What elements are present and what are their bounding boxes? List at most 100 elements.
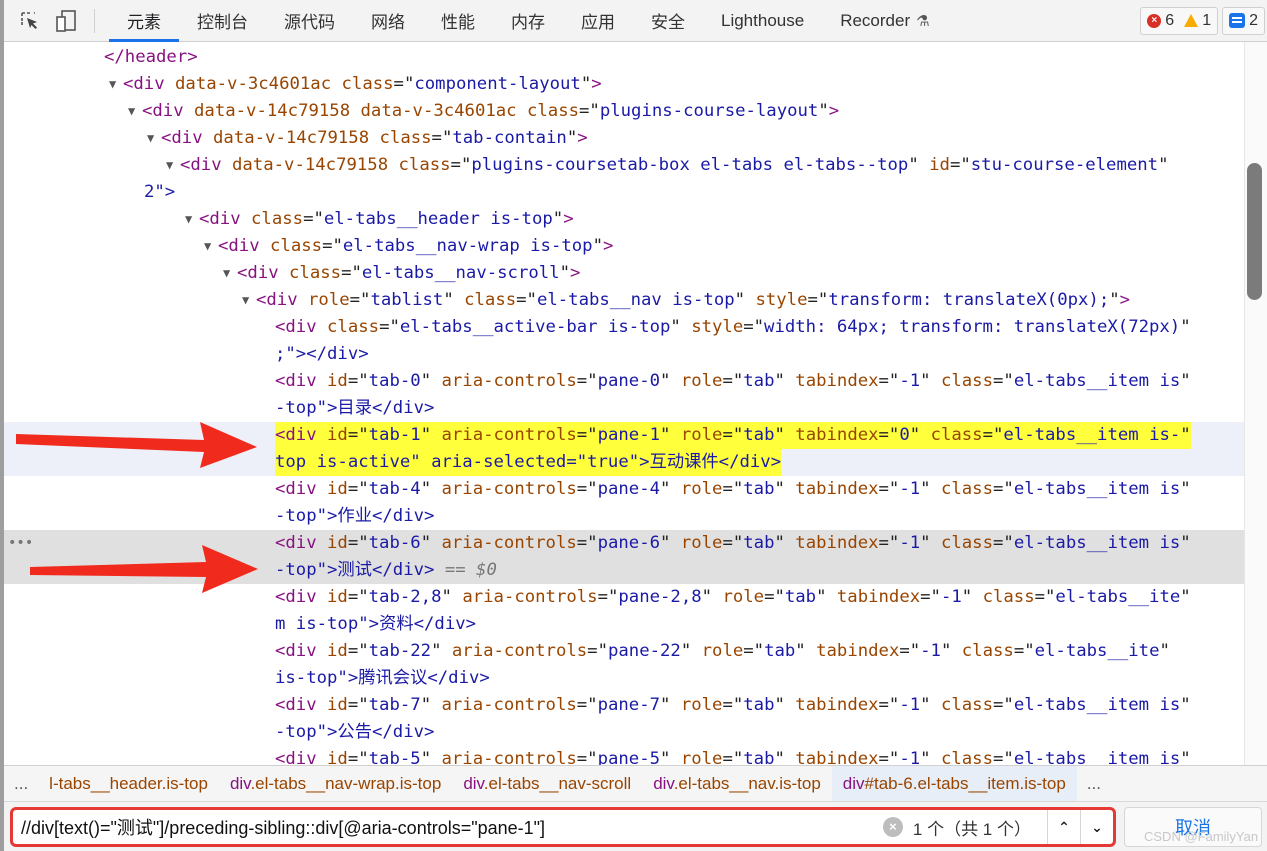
tab-0[interactable]: 元素 [109, 0, 179, 42]
expand-caret-icon[interactable]: ▼ [185, 206, 199, 233]
attr-eq: =" [516, 290, 537, 310]
attr-name: tabindex [795, 749, 879, 765]
attr-name: role [680, 749, 723, 765]
attr-value: component-layout [414, 74, 581, 94]
attr-eq: =" [379, 317, 400, 337]
attr-quote: " [701, 587, 713, 607]
attr-name: id [327, 533, 348, 553]
attr-value: tab [743, 533, 775, 553]
breadcrumb-overflow-left[interactable]: ... [4, 774, 38, 794]
dom-node-line[interactable]: ▼ <div data-v-3c4601ac class="component-l… [4, 71, 1244, 98]
expand-caret-icon[interactable]: ▼ [147, 125, 161, 152]
expand-caret-icon[interactable]: ▼ [109, 71, 123, 98]
dom-node-line[interactable]: <div id="tab-7" aria-controls="pane-7" r… [4, 692, 1244, 719]
dom-node-line-continued[interactable]: -top">目录</div> [4, 395, 1244, 422]
cancel-search-button[interactable]: 取消 [1124, 807, 1262, 847]
tab-label: 源代码 [284, 13, 335, 32]
scrollbar-thumb[interactable] [1247, 163, 1262, 300]
expand-caret-icon[interactable]: ▼ [166, 152, 180, 179]
attr-eq: =" [579, 101, 600, 121]
breadcrumb-item[interactable]: l-tabs__header.is-top [38, 766, 219, 801]
dom-node-line[interactable]: <div id="tab-22" aria-controls="pane-22"… [4, 638, 1244, 665]
attr-eq: =" [807, 290, 829, 310]
attr-eq: =" [347, 641, 369, 661]
tab-9[interactable]: Recorder ⚗ [822, 0, 947, 42]
dom-node-line[interactable]: ▼ <div class="el-tabs__header is-top"> [4, 206, 1244, 233]
breadcrumb-selector: .el-tabs__nav-scroll [483, 773, 632, 793]
expand-caret-icon[interactable]: ▼ [242, 287, 256, 314]
issues-counter-button[interactable]: × 6 1 [1140, 6, 1219, 35]
breadcrumb-item[interactable]: div#tab-6.el-tabs__item.is-top [831, 766, 1077, 801]
expand-caret-icon[interactable]: ▼ [128, 98, 142, 125]
attr-value: el-tabs__item is [1013, 749, 1181, 765]
attr-eq: =" [576, 371, 598, 391]
attr-quote: " [1109, 290, 1120, 310]
next-match-button[interactable]: ⌄ [1080, 810, 1113, 844]
tag-open: <div [142, 101, 184, 121]
device-toolbar-button[interactable] [48, 0, 84, 42]
dom-node-line[interactable]: <div id="tab-5" aria-controls="pane-5" r… [4, 746, 1244, 765]
attr-eq: =" [722, 425, 744, 445]
scrollbar-track[interactable] [1244, 42, 1267, 765]
dom-node-line[interactable]: ▼ <div class="el-tabs__nav-wrap is-top"> [4, 233, 1244, 260]
dom-node-line-continued[interactable]: is-top">腾讯会议</div> [4, 665, 1244, 692]
dom-node-line[interactable]: <div id="tab-0" aria-controls="pane-0" r… [4, 368, 1244, 395]
dom-tree-panel: </header> ▼ <div data-v-3c4601ac class="co… [4, 42, 1244, 765]
attr-quote: " [940, 641, 952, 661]
attr-eq: =" [878, 425, 900, 445]
tab-4[interactable]: 性能 [423, 0, 493, 42]
attr-quote: " [660, 479, 671, 499]
attr-name: tabindex [795, 425, 879, 445]
attr-quote: " [1180, 749, 1191, 765]
attr-value: el-tabs__ite [1034, 641, 1160, 661]
attr-name: role [680, 371, 723, 391]
dom-node-line[interactable]: </header> [4, 44, 1244, 71]
dom-node-line[interactable]: ▼ <div class="el-tabs__nav-scroll"> [4, 260, 1244, 287]
attr-value: plugins-coursetab-box el-tabs el-tabs--t… [471, 155, 909, 175]
attr-value: tab-0 [368, 371, 421, 391]
wrapped-text: -top">测试</div> [275, 560, 435, 580]
attr-value: tab [743, 479, 775, 499]
tab-3[interactable]: 网络 [353, 0, 423, 42]
breadcrumb-item[interactable]: div.el-tabs__nav.is-top [642, 766, 832, 801]
dom-node-line-continued[interactable]: m is-top">资料</div> [4, 611, 1244, 638]
breadcrumb-item[interactable]: div.el-tabs__nav-scroll [452, 766, 642, 801]
breadcrumb: ... l-tabs__header.is-top div.el-tabs__nav… [4, 765, 1267, 801]
dom-node-line[interactable]: ▼ <div role="tablist" class="el-tabs__nav… [4, 287, 1244, 314]
dom-node-line[interactable]: <div id="tab-4" aria-controls="pane-4" r… [4, 476, 1244, 503]
attr-value: el-tabs__item is [1013, 479, 1181, 499]
tab-6[interactable]: 应用 [563, 0, 633, 42]
tab-2[interactable]: 源代码 [266, 0, 353, 42]
inspect-element-button[interactable] [12, 0, 48, 42]
attr-value: pane-22 [607, 641, 681, 661]
xpath-search-input[interactable] [13, 810, 883, 844]
tab-1[interactable]: 控制台 [179, 0, 266, 42]
dom-node-line[interactable]: ▼ <div data-v-14c79158 class="plugins-cou… [4, 152, 1244, 179]
previous-match-button[interactable]: ⌃ [1047, 810, 1080, 844]
tab-5[interactable]: 内存 [493, 0, 563, 42]
messages-counter-button[interactable]: 2 [1222, 6, 1265, 35]
attr-eq: =" [878, 533, 900, 553]
tab-8[interactable]: Lighthouse [703, 0, 822, 42]
search-field-container: × 1 个（共 1 个） ⌃ ⌄ [10, 807, 1116, 847]
dom-node-line-continued[interactable]: ;"></div> [4, 341, 1244, 368]
wrapped-text: -top">公告</div> [275, 722, 435, 742]
tag-open: <div [275, 641, 317, 661]
dom-node-text: <div id="tab-1" aria-controls="pane-1" r… [275, 422, 1191, 449]
clear-search-icon[interactable]: × [882, 817, 903, 837]
expand-caret-icon[interactable]: ▼ [223, 260, 237, 287]
dom-node-line[interactable]: <div class="el-tabs__active-bar is-top" … [4, 314, 1244, 341]
attr-name: id [929, 155, 950, 175]
dom-node-line-continued[interactable]: -top">公告</div> [4, 719, 1244, 746]
dom-node-line[interactable]: ▼ <div data-v-14c79158 data-v-3c4601ac cl… [4, 98, 1244, 125]
dom-node-line[interactable]: ▼ <div data-v-14c79158 class="tab-contain… [4, 125, 1244, 152]
expand-caret-icon[interactable]: ▼ [204, 233, 218, 260]
warning-icon [1184, 14, 1199, 27]
dom-node-line-continued[interactable]: -top">作业</div> [4, 503, 1244, 530]
breadcrumb-overflow-right[interactable]: ... [1077, 774, 1111, 794]
attr-eq: =" [722, 371, 744, 391]
tab-7[interactable]: 安全 [633, 0, 703, 42]
dom-node-line-continued[interactable]: 2"> [4, 179, 1244, 206]
breadcrumb-item[interactable]: div.el-tabs__nav-wrap.is-top [219, 766, 452, 801]
attr-quote: " [909, 425, 921, 445]
